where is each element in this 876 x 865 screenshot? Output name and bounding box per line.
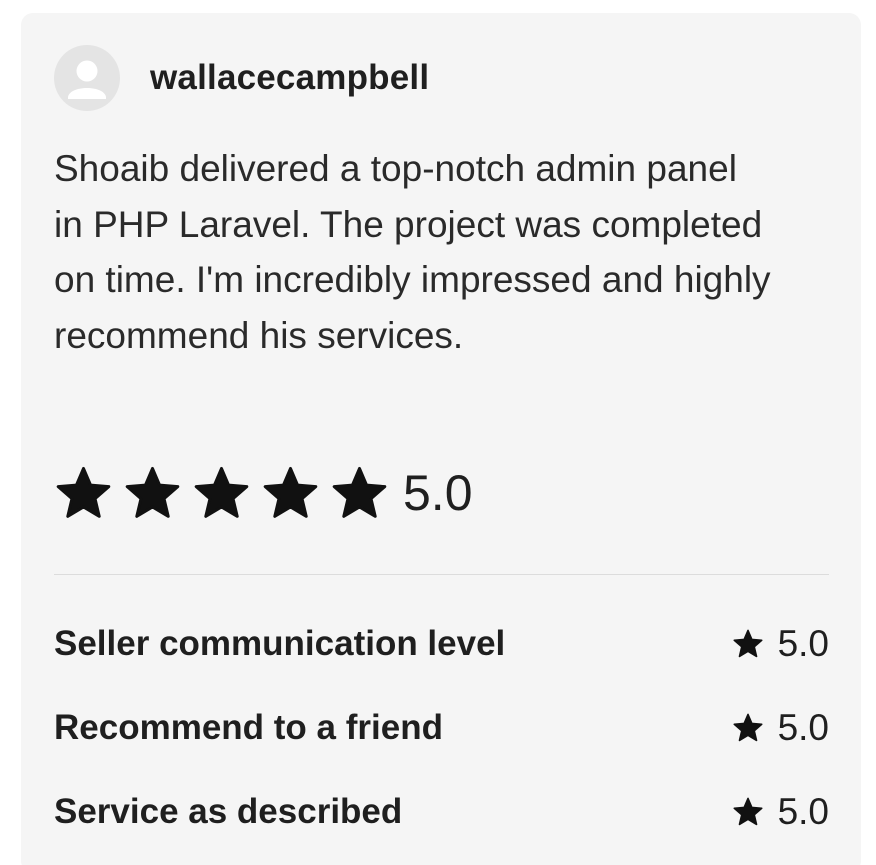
overall-rating: 5.0 <box>54 461 473 525</box>
sub-rating-value: 5.0 <box>777 707 829 748</box>
sub-rating-score: 5.0 <box>732 707 829 749</box>
star-icon <box>54 464 113 523</box>
star-icon <box>192 464 251 523</box>
review-text: Shoaib delivered a top-notch admin panel… <box>54 148 771 356</box>
star-icon <box>732 712 764 744</box>
sub-rating-score: 5.0 <box>732 791 829 833</box>
sub-rating-label: Seller communication level <box>54 624 506 663</box>
divider <box>54 574 829 575</box>
reviewer-username[interactable]: wallacecampbell <box>150 58 429 98</box>
sub-ratings-list: Seller communication level 5.0 Recommend… <box>54 614 829 865</box>
star-icon <box>261 464 320 523</box>
sub-rating-seller-communication: Seller communication level 5.0 <box>54 614 829 674</box>
sub-rating-value: 5.0 <box>777 791 829 832</box>
user-avatar-placeholder-icon[interactable] <box>54 45 120 111</box>
review-card: wallacecampbell Shoaib delivered a top-n… <box>21 13 861 865</box>
review-header: wallacecampbell <box>54 45 429 111</box>
star-rating <box>54 464 389 523</box>
star-icon <box>732 628 764 660</box>
sub-rating-score: 5.0 <box>732 623 829 665</box>
sub-rating-service-as-described: Service as described 5.0 <box>54 782 829 842</box>
sub-rating-label: Recommend to a friend <box>54 708 443 747</box>
sub-rating-value: 5.0 <box>777 623 829 664</box>
sub-rating-label: Service as described <box>54 792 403 831</box>
star-icon <box>732 796 764 828</box>
overall-rating-value: 5.0 <box>403 465 473 521</box>
star-icon <box>330 464 389 523</box>
star-icon <box>123 464 182 523</box>
sub-rating-recommend: Recommend to a friend 5.0 <box>54 698 829 758</box>
